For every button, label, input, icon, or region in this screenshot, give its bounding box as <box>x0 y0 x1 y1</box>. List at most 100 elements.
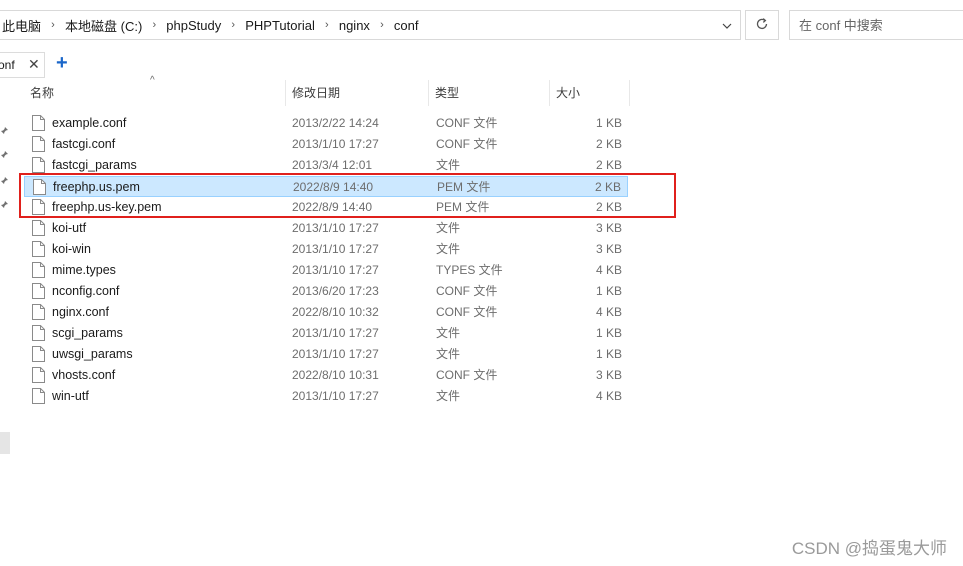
file-size: 4 KB <box>595 389 622 403</box>
address-bar-row: 此电脑 › 本地磁盘 (C:) › phpStudy › PHPTutorial › nginx… <box>0 0 963 48</box>
file-size: 1 KB <box>595 326 622 340</box>
file-name: uwsgi_params <box>52 347 133 361</box>
chevron-right-icon[interactable]: › <box>223 19 243 31</box>
scrollbar-thumb[interactable] <box>0 432 10 454</box>
file-icon <box>32 157 45 173</box>
breadcrumb-label: 本地磁盘 (C:) <box>65 18 143 34</box>
file-row[interactable]: scgi_params 2013/1/10 17:27 文件 1 KB <box>24 323 628 344</box>
file-date: 2013/1/10 17:27 <box>292 137 379 151</box>
file-icon <box>32 220 45 236</box>
watermark: CSDN @捣蛋鬼大师 <box>791 539 947 558</box>
file-name: example.conf <box>52 116 127 130</box>
file-icon <box>32 304 45 320</box>
chevron-right-icon[interactable]: › <box>317 19 337 31</box>
file-size: 2 KB <box>595 137 622 151</box>
navigation-pane <box>0 80 14 566</box>
breadcrumb-item[interactable]: nginx <box>337 18 372 33</box>
file-type: CONF 文件 <box>436 137 498 151</box>
breadcrumb-label: PHPTutorial <box>245 17 315 33</box>
column-header-name[interactable]: 名称 <box>20 80 286 106</box>
file-date: 2022/8/10 10:31 <box>292 368 379 382</box>
search-input[interactable] <box>799 17 959 33</box>
file-row[interactable]: uwsgi_params 2013/1/10 17:27 文件 1 KB <box>24 344 628 365</box>
file-icon <box>32 325 45 341</box>
refresh-icon <box>755 17 769 34</box>
breadcrumb-item[interactable]: PHPTutorial <box>243 18 317 33</box>
file-type: 文件 <box>436 347 461 361</box>
file-date: 2013/6/20 17:23 <box>292 284 379 298</box>
file-icon <box>32 388 45 404</box>
chevron-right-icon[interactable]: › <box>43 19 63 31</box>
file-row[interactable]: koi-win 2013/1/10 17:27 文件 3 KB <box>24 239 628 260</box>
file-icon <box>32 367 45 383</box>
file-name: win-utf <box>52 389 89 403</box>
file-size: 4 KB <box>595 263 622 277</box>
file-name: scgi_params <box>52 326 123 340</box>
tab-conf[interactable]: onf ✕ <box>0 52 45 78</box>
pin-icon[interactable] <box>0 176 10 186</box>
breadcrumb-label: 此电脑 <box>2 18 42 34</box>
file-name: nconfig.conf <box>52 284 120 298</box>
file-date: 2013/1/10 17:27 <box>292 242 379 256</box>
file-icon <box>32 115 45 131</box>
file-list: example.conf 2013/2/22 14:24 CONF 文件 1 KB fa… <box>24 113 628 407</box>
breadcrumb-item[interactable]: 本地磁盘 (C:) <box>63 16 144 35</box>
file-date: 2022/8/10 10:32 <box>292 305 379 319</box>
file-type: CONF 文件 <box>436 116 498 130</box>
column-header-date[interactable]: 修改日期 <box>286 80 429 106</box>
file-size: 3 KB <box>595 221 622 235</box>
file-size: 4 KB <box>595 305 622 319</box>
chevron-right-icon[interactable]: › <box>372 19 392 31</box>
file-row[interactable]: win-utf 2013/1/10 17:27 文件 4 KB <box>24 386 628 407</box>
file-row[interactable]: nginx.conf 2022/8/10 10:32 CONF 文件 4 KB <box>24 302 628 323</box>
add-tab-button[interactable]: + <box>56 53 68 73</box>
file-type: 文件 <box>436 242 461 256</box>
file-row[interactable]: mime.types 2013/1/10 17:27 TYPES 文件 4 KB <box>24 260 628 281</box>
chevron-down-icon[interactable] <box>718 17 736 35</box>
file-name: vhosts.conf <box>52 368 116 382</box>
file-size: 1 KB <box>595 347 622 361</box>
file-row[interactable]: vhosts.conf 2022/8/10 10:31 CONF 文件 3 KB <box>24 365 628 386</box>
file-type: 文件 <box>436 221 461 235</box>
breadcrumb-item[interactable]: 此电脑 <box>0 16 43 35</box>
column-header-size[interactable]: 大小 <box>550 80 630 106</box>
file-row[interactable]: example.conf 2013/2/22 14:24 CONF 文件 1 KB <box>24 113 628 134</box>
file-type: CONF 文件 <box>436 305 498 319</box>
chevron-right-icon[interactable]: › <box>144 19 164 31</box>
close-icon[interactable]: ✕ <box>28 56 40 73</box>
file-name: mime.types <box>52 263 116 277</box>
file-type: TYPES 文件 <box>436 263 503 277</box>
file-row[interactable]: koi-utf 2013/1/10 17:27 文件 3 KB <box>24 218 628 239</box>
file-date: 2013/1/10 17:27 <box>292 263 379 277</box>
breadcrumb-item[interactable]: conf <box>392 18 421 33</box>
address-bar[interactable]: 此电脑 › 本地磁盘 (C:) › phpStudy › PHPTutorial › nginx… <box>0 10 741 40</box>
breadcrumb-label: conf <box>393 17 419 33</box>
file-icon <box>32 346 45 362</box>
file-type: CONF 文件 <box>436 284 498 298</box>
file-icon <box>32 283 45 299</box>
file-date: 2013/1/10 17:27 <box>292 326 379 340</box>
file-row[interactable]: nconfig.conf 2013/6/20 17:23 CONF 文件 1 KB <box>24 281 628 302</box>
breadcrumb-label: phpStudy <box>166 17 222 33</box>
pin-icon[interactable] <box>0 200 10 210</box>
file-size: 1 KB <box>595 116 622 130</box>
breadcrumb: 此电脑 › 本地磁盘 (C:) › phpStudy › PHPTutorial › nginx… <box>0 16 421 35</box>
pin-icon[interactable] <box>0 150 10 160</box>
search-box[interactable] <box>789 10 963 40</box>
pin-icon[interactable] <box>0 126 10 136</box>
tab-bar: onf ✕ + <box>0 50 963 80</box>
file-icon <box>32 262 45 278</box>
breadcrumb-item[interactable]: phpStudy <box>164 18 223 33</box>
file-name: nginx.conf <box>52 305 109 319</box>
file-date: 2013/1/10 17:27 <box>292 347 379 361</box>
file-date: 2013/1/10 17:27 <box>292 389 379 403</box>
file-row[interactable]: fastcgi.conf 2013/1/10 17:27 CONF 文件 2 KB <box>24 134 628 155</box>
file-size: 1 KB <box>595 284 622 298</box>
file-size: 3 KB <box>595 242 622 256</box>
refresh-button[interactable] <box>745 10 779 40</box>
annotation-highlight-box <box>19 173 676 218</box>
tab-label: onf <box>0 58 15 72</box>
column-header-row: ^ 名称 修改日期 类型 大小 <box>20 75 630 106</box>
column-header-type[interactable]: 类型 <box>429 80 550 106</box>
file-name: koi-win <box>52 242 91 256</box>
